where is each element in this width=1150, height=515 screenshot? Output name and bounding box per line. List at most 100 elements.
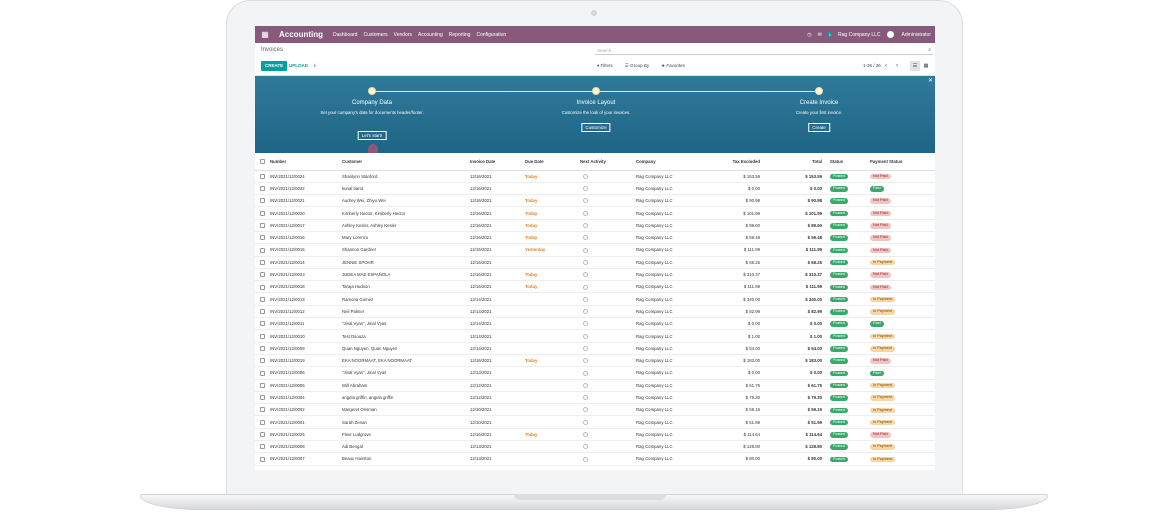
apps-menu-icon[interactable]: ▦ bbox=[259, 30, 271, 39]
row-checkbox[interactable] bbox=[255, 256, 270, 269]
menu-vendors[interactable]: Vendors bbox=[394, 32, 412, 38]
activity-icon[interactable] bbox=[580, 391, 630, 405]
activity-icon[interactable] bbox=[580, 292, 630, 306]
menu-configuration[interactable]: Configuration bbox=[476, 32, 506, 38]
activity-icon[interactable] bbox=[580, 317, 630, 331]
pager-prev-icon[interactable]: ‹ bbox=[885, 61, 887, 71]
download-icon[interactable]: ⭳ bbox=[314, 61, 316, 71]
row-checkbox[interactable] bbox=[255, 440, 270, 454]
list-view-icon[interactable]: ☰ bbox=[910, 61, 920, 71]
row-checkbox[interactable] bbox=[255, 403, 270, 417]
row-checkbox[interactable] bbox=[255, 219, 270, 232]
table-row[interactable]: INV/2021/12/0014 JENNIE SPOHR 12/16/2021 Ra… bbox=[255, 256, 935, 269]
favorites-button[interactable]: ★ Favorites bbox=[661, 61, 691, 71]
menu-customers[interactable]: Customers bbox=[363, 32, 387, 38]
activity-icon[interactable] bbox=[580, 440, 630, 454]
activity-icon[interactable] bbox=[580, 219, 630, 232]
activity-icon[interactable] bbox=[580, 415, 630, 429]
row-checkbox[interactable] bbox=[255, 317, 270, 331]
table-row[interactable]: INV/2021/12/0025 Fleur Ludgrove 12/16/2021… bbox=[255, 428, 935, 442]
col-payment-status[interactable]: Payment Status bbox=[870, 153, 935, 171]
activity-icon[interactable] bbox=[580, 280, 630, 294]
activity-icon[interactable] bbox=[580, 206, 630, 220]
select-all-checkbox[interactable] bbox=[255, 153, 270, 171]
activity-icon[interactable] bbox=[580, 170, 630, 183]
activity-icon[interactable] bbox=[580, 329, 630, 343]
close-icon[interactable]: ✕ bbox=[928, 77, 933, 84]
upload-button[interactable]: UPLOAD bbox=[289, 61, 308, 71]
create-invoice-button[interactable]: Create bbox=[808, 123, 830, 132]
col-invoice-date[interactable]: Invoice Date bbox=[470, 153, 525, 171]
row-checkbox[interactable] bbox=[255, 206, 270, 220]
table-row[interactable]: INV/2021/12/0019 EKA NOORMAAT, EKA NOORMA… bbox=[255, 354, 935, 368]
col-customer[interactable]: Customer bbox=[342, 153, 470, 171]
lets-start-button[interactable]: Let's start! bbox=[357, 131, 387, 140]
row-checkbox[interactable] bbox=[255, 366, 270, 380]
groupby-button[interactable]: ☰ Group By bbox=[625, 61, 655, 71]
table-row[interactable]: INV/2021/12/0002 Margeret Orisman 12/10/20… bbox=[255, 403, 935, 417]
company-switcher[interactable]: Rag Company LLC bbox=[838, 32, 881, 38]
table-row[interactable]: INV/2021/12/0011 "Jinal Vyas", Jinal Vyas… bbox=[255, 317, 935, 331]
row-checkbox[interactable] bbox=[255, 280, 270, 294]
col-tax-excluded[interactable]: Tax Excluded bbox=[690, 153, 760, 171]
kanban-view-icon[interactable]: ▦ bbox=[921, 61, 931, 71]
activity-icon[interactable] bbox=[580, 379, 630, 392]
table-row[interactable]: INV/2021/12/0009 Quan Nguyen, Quan Nguyen… bbox=[255, 342, 935, 355]
table-row[interactable]: INV/2021/12/0018 Taraja Hudson 12/16/2021 T… bbox=[255, 280, 935, 294]
activity-icon[interactable] bbox=[580, 182, 630, 196]
row-checkbox[interactable] bbox=[255, 305, 270, 319]
table-row[interactable]: INV/2021/12/0008 Adi Bengal 12/13/2021 Rag … bbox=[255, 440, 935, 454]
row-checkbox[interactable] bbox=[255, 342, 270, 355]
row-checkbox[interactable] bbox=[255, 292, 270, 306]
activity-icon[interactable] bbox=[580, 305, 630, 319]
row-checkbox[interactable] bbox=[255, 379, 270, 392]
filters-button[interactable]: ▾ Filters bbox=[597, 61, 619, 71]
table-row[interactable]: INV/2021/12/0016 Mary Lorenzo 12/16/2021 To… bbox=[255, 231, 935, 245]
customize-button[interactable]: Customize bbox=[581, 123, 611, 132]
search-input[interactable]: Search... ⌕ bbox=[595, 46, 933, 55]
table-row[interactable]: INV/2021/12/0007 Beaux Hairston 12/13/2021… bbox=[255, 452, 935, 466]
table-row[interactable]: INV/2021/12/0023 JUDEA MAE ESPAÑOLA 12/16/… bbox=[255, 268, 935, 282]
activity-icon[interactable] bbox=[580, 366, 630, 380]
pager-next-icon[interactable]: › bbox=[896, 61, 898, 71]
search-icon[interactable]: ⌕ bbox=[928, 46, 931, 55]
activity-icon[interactable] bbox=[580, 268, 630, 282]
table-row[interactable]: INV/2021/12/0024 Sharilynn Stanford 12/16/… bbox=[255, 170, 935, 183]
table-row[interactable]: INV/2021/12/0013 Ramona Gomez 12/14/2021 Ra… bbox=[255, 292, 935, 306]
table-row[interactable]: INV/2021/12/0001 Sarah Zenan 12/10/2021 Rag… bbox=[255, 415, 935, 429]
activity-icon[interactable] bbox=[580, 256, 630, 269]
table-row[interactable]: INV/2021/12/0017 Ashley Kesler, Ashley Ke… bbox=[255, 219, 935, 232]
row-checkbox[interactable] bbox=[255, 194, 270, 208]
col-company[interactable]: Company bbox=[630, 153, 690, 171]
activity-icon[interactable] bbox=[580, 452, 630, 466]
col-total[interactable]: Total bbox=[760, 153, 822, 171]
activity-icon[interactable] bbox=[580, 243, 630, 257]
row-checkbox[interactable] bbox=[255, 231, 270, 245]
col-status[interactable]: Status bbox=[830, 153, 870, 171]
activity-icon[interactable] bbox=[580, 354, 630, 368]
activity-icon[interactable] bbox=[580, 194, 630, 208]
row-checkbox[interactable] bbox=[255, 452, 270, 466]
row-checkbox[interactable] bbox=[255, 428, 270, 442]
table-row[interactable]: INV/2021/12/0004 angela griffin, angela g… bbox=[255, 391, 935, 405]
col-number[interactable]: Number bbox=[270, 153, 342, 171]
activity-icon[interactable] bbox=[580, 342, 630, 355]
row-checkbox[interactable] bbox=[255, 268, 270, 282]
row-checkbox[interactable] bbox=[255, 354, 270, 368]
user-menu[interactable]: Administrator bbox=[886, 31, 931, 38]
table-row[interactable]: INV/2021/12/0021 Audrey Wei, Zhiyu Wei 12/… bbox=[255, 194, 935, 208]
row-checkbox[interactable] bbox=[255, 415, 270, 429]
menu-accounting[interactable]: Accounting bbox=[418, 32, 443, 38]
row-checkbox[interactable] bbox=[255, 243, 270, 257]
table-row[interactable]: INV/2021/12/0022 kunal barot 12/16/2021 Rag… bbox=[255, 182, 935, 196]
menu-reporting[interactable]: Reporting bbox=[449, 32, 471, 38]
activity-icon[interactable] bbox=[580, 403, 630, 417]
create-button[interactable]: CREATE bbox=[261, 61, 288, 71]
col-next-activity[interactable]: Next Activity bbox=[580, 153, 630, 171]
activity-icon[interactable] bbox=[580, 428, 630, 442]
table-row[interactable]: INV/2021/12/0010 Test Dsouza 12/14/2021 Rag… bbox=[255, 329, 935, 343]
clock-icon[interactable]: ◷ bbox=[807, 32, 811, 38]
row-checkbox[interactable] bbox=[255, 182, 270, 196]
activity-icon[interactable] bbox=[580, 231, 630, 245]
table-row[interactable]: INV/2021/12/0006 "Jinal Vyas", Jinal Vyas… bbox=[255, 366, 935, 380]
